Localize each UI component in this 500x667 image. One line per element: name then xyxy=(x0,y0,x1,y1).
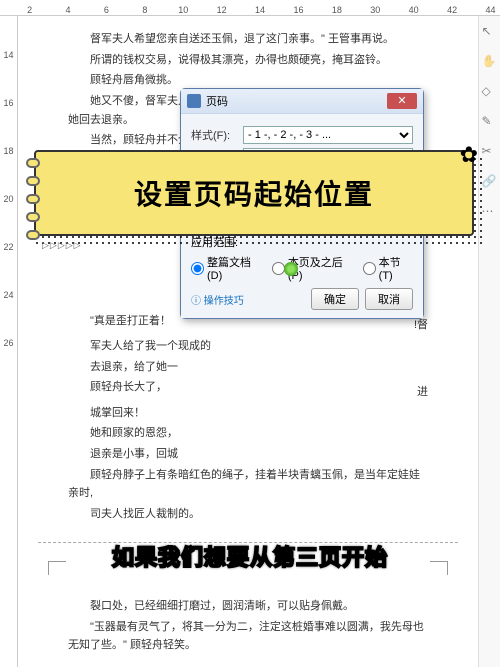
horizontal-ruler: 2468101214161830404244 xyxy=(0,0,500,16)
doc-line: 所谓的钱权交易，说得极其漂亮，办得也颇硬亮，掩耳盗铃。 xyxy=(68,51,428,70)
scope-doc-label[interactable]: 整篇文档(D) xyxy=(191,254,264,282)
ok-button[interactable]: 确定 xyxy=(311,288,359,310)
clip-tool-icon[interactable]: ✂ xyxy=(482,144,498,160)
dialog-icon xyxy=(187,94,201,108)
subtitle-caption: 如果我们想要从第三页开始 xyxy=(0,540,500,572)
doc-line: 裂口处，已经细细打磨过，圆润清晰，可以贴身佩戴。 xyxy=(68,597,428,616)
doc-line: 去退亲，给了她一 xyxy=(68,358,428,377)
cancel-button[interactable]: 取消 xyxy=(365,288,413,310)
doc-line: 城掌回来！ xyxy=(68,404,428,423)
doc-line: 司夫人找匠人裁制的。 xyxy=(68,505,428,524)
shape-tool-icon[interactable]: ◇ xyxy=(482,84,498,100)
scope-after-radio[interactable] xyxy=(272,262,285,275)
close-button[interactable]: ✕ xyxy=(387,93,417,109)
tips-link[interactable]: ⓘ 操作技巧 xyxy=(191,292,244,307)
scope-this-radio[interactable] xyxy=(363,262,376,275)
doc-line: 督军夫人希望您亲自送还玉佩，退了这门亲事。" 王管事再说。 xyxy=(68,30,428,49)
hand-tool-icon[interactable]: ✋ xyxy=(482,54,498,70)
style-label: 样式(F): xyxy=(191,127,239,143)
more-tool-icon[interactable]: ⋯ xyxy=(482,204,498,220)
mouse-cursor-icon xyxy=(284,262,298,276)
doc-line: 她和顾家的恩怨， xyxy=(68,424,428,443)
cursor-tool-icon[interactable]: ↖ xyxy=(482,24,498,40)
doc-line: 军夫人给了我一个现成的 xyxy=(68,337,428,356)
flower-icon: ✿ xyxy=(460,142,478,168)
banner-text: 设置页码起始位置 xyxy=(134,173,374,213)
caption-text: 如果我们想要从第三页开始 xyxy=(112,545,388,570)
notebook-rings-icon xyxy=(26,158,40,240)
doc-line: 顾轻舟脖子上有条暗红色的绳子，挂着半块青螭玉佩，是当年定娃娃亲时, xyxy=(68,466,428,503)
scope-doc-radio[interactable] xyxy=(191,262,204,275)
title-banner: 设置页码起始位置 xyxy=(34,150,474,236)
pen-tool-icon[interactable]: ✎ xyxy=(482,114,498,130)
scope-this-label[interactable]: 本节(T) xyxy=(363,254,413,282)
doc-line: 退亲是小事，回城 xyxy=(68,445,428,464)
link-tool-icon[interactable]: 🔗 xyxy=(482,174,498,190)
doc-line: "玉器最有灵气了，将其一分为二，注定这桩婚事难以圆满，我先母也无知了些。" 顾轻… xyxy=(68,618,428,655)
dialog-titlebar[interactable]: 页码 ✕ xyxy=(181,89,423,113)
style-select[interactable]: - 1 -, - 2 -, - 3 - ... xyxy=(243,126,413,144)
dialog-title: 页码 xyxy=(206,93,228,109)
triangles-icon: ▷▷▷▷▷ xyxy=(42,240,82,251)
